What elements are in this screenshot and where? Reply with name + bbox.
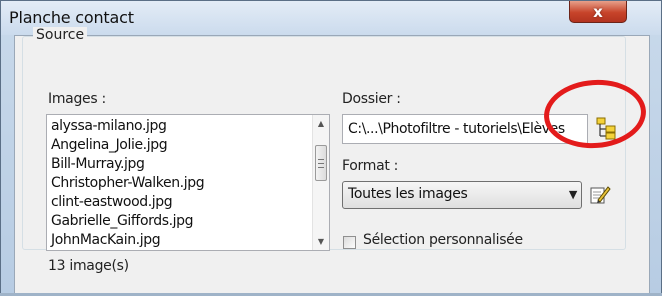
scroll-up-icon[interactable]: ▲ xyxy=(313,115,329,132)
list-item[interactable]: Angelina_Jolie.jpg xyxy=(51,136,204,155)
images-listbox[interactable]: alyssa-milano.jpg Angelina_Jolie.jpg Bil… xyxy=(46,114,330,251)
list-item[interactable]: JohnMacKain.jpg xyxy=(51,231,204,250)
images-scrollbar[interactable]: ▲ ▼ xyxy=(312,115,329,250)
list-item[interactable]: clint-eastwood.jpg xyxy=(51,193,204,212)
custom-selection-label[interactable]: Sélection personnalisée xyxy=(363,232,523,248)
list-item[interactable]: Christopher-Walken.jpg xyxy=(51,174,205,193)
format-label: Format : xyxy=(342,158,399,174)
chevron-down-icon[interactable]: ▼ xyxy=(569,182,577,207)
folder-label: Dossier : xyxy=(342,91,401,107)
close-button[interactable]: x xyxy=(569,1,627,23)
grip-icon xyxy=(318,158,324,168)
title-bar[interactable]: Planche contact xyxy=(1,1,661,35)
scroll-thumb[interactable] xyxy=(315,145,327,181)
window-title: Planche contact xyxy=(9,8,134,27)
pencil-edit-icon[interactable] xyxy=(589,183,611,205)
custom-selection-checkbox[interactable] xyxy=(343,236,356,249)
list-item[interactable]: Gabrielle_Giffords.jpg xyxy=(51,212,204,231)
list-item[interactable]: Bill-Murray.jpg xyxy=(51,155,204,174)
images-label: Images : xyxy=(48,91,106,107)
image-count: 13 image(s) xyxy=(48,258,129,274)
close-icon: x xyxy=(593,2,603,21)
source-group-label: Source xyxy=(33,27,88,43)
format-select[interactable]: Toutes les images ▼ xyxy=(342,181,582,209)
list-item[interactable]: alyssa-milano.jpg xyxy=(51,117,204,136)
format-select-value: Toutes les images xyxy=(348,186,468,202)
images-list: alyssa-milano.jpg Angelina_Jolie.jpg Bil… xyxy=(51,117,205,250)
scroll-down-icon[interactable]: ▼ xyxy=(313,233,329,250)
